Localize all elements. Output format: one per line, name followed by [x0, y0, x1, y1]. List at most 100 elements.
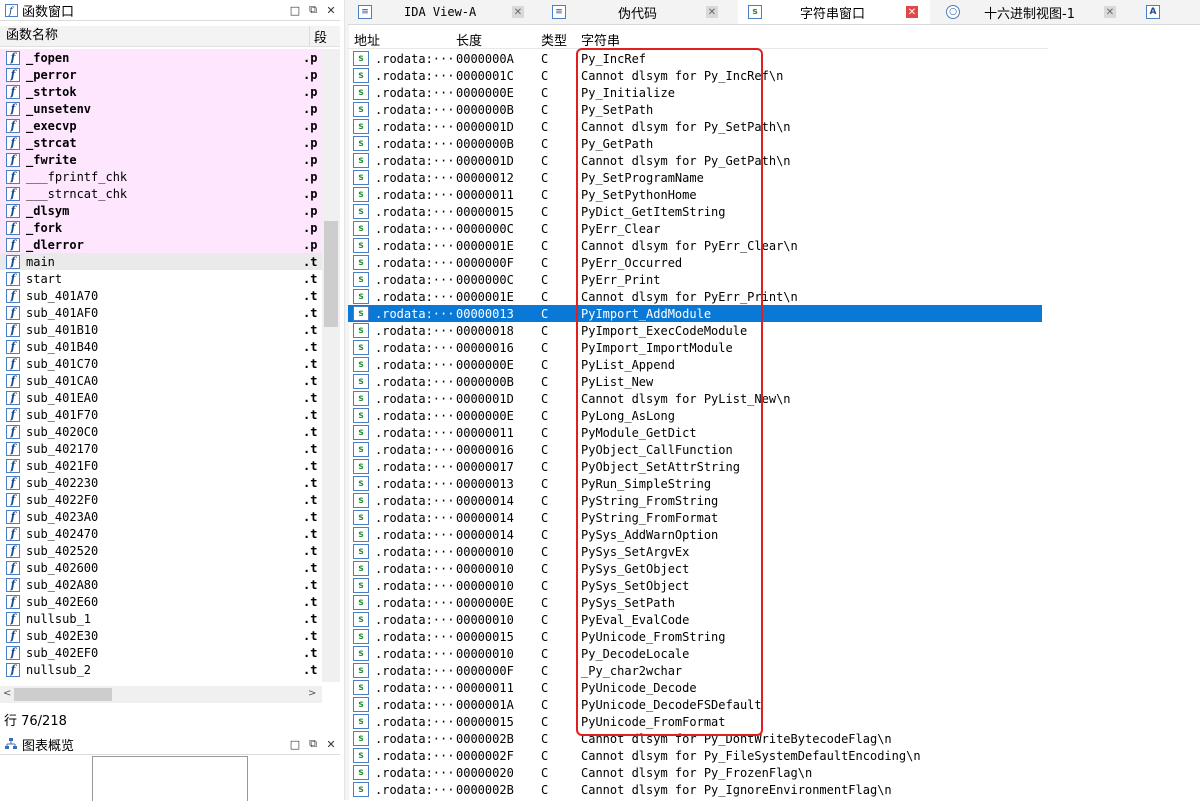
- function-row[interactable]: f _fopen .p: [0, 49, 322, 66]
- scrollbar-thumb[interactable]: [14, 688, 112, 701]
- function-row[interactable]: f _perror .p: [0, 66, 322, 83]
- string-row[interactable]: s .rodata:··· 00000010 C PySys_SetArgvEx: [348, 543, 1200, 560]
- function-row[interactable]: f sub_402A80 .t: [0, 576, 322, 593]
- function-row[interactable]: f _execvp .p: [0, 117, 322, 134]
- string-row[interactable]: s .rodata:··· 0000001A C PyUnicode_DecodeFSD…: [348, 696, 1200, 713]
- column-header-function-name[interactable]: 函数名称: [0, 26, 310, 46]
- tab-hex-view-1[interactable]: ○ 十六进制视图-1 ✕: [936, 0, 1126, 24]
- tab-structures[interactable]: A: [1136, 0, 1196, 24]
- function-row[interactable]: f nullsub_2 .t: [0, 661, 322, 678]
- functions-vertical-scrollbar[interactable]: [322, 49, 340, 682]
- function-row[interactable]: f sub_402470 .t: [0, 525, 322, 542]
- string-row[interactable]: s .rodata:··· 0000001D C Cannot dlsym for Py…: [348, 118, 1200, 135]
- column-header-length[interactable]: 长度: [456, 30, 482, 49]
- function-row[interactable]: f sub_401CA0 .t: [0, 372, 322, 389]
- string-row[interactable]: s .rodata:··· 0000001D C Cannot dlsym for Py…: [348, 390, 1200, 407]
- close-icon[interactable]: ✕: [322, 2, 340, 18]
- string-row[interactable]: s .rodata:··· 0000000E C PySys_SetPath: [348, 594, 1200, 611]
- string-row[interactable]: s .rodata:··· 0000001C C Cannot dlsym for Py…: [348, 67, 1200, 84]
- string-row[interactable]: s .rodata:··· 00000018 C PyImport_ExecCodeMo…: [348, 322, 1200, 339]
- function-row[interactable]: f sub_401A70 .t: [0, 287, 322, 304]
- function-row[interactable]: f sub_401B40 .t: [0, 338, 322, 355]
- string-row[interactable]: s .rodata:··· 0000000F C _Py_char2wchar: [348, 662, 1200, 679]
- tab-close-icon[interactable]: ✕: [512, 6, 524, 18]
- string-row[interactable]: s .rodata:··· 00000010 C Py_DecodeLocale: [348, 645, 1200, 662]
- function-row[interactable]: f _strcat .p: [0, 134, 322, 151]
- string-row[interactable]: s .rodata:··· 00000016 C PyImport_ImportModu…: [348, 339, 1200, 356]
- function-row[interactable]: f sub_402E30 .t: [0, 627, 322, 644]
- function-row[interactable]: f sub_402170 .t: [0, 440, 322, 457]
- function-row[interactable]: f sub_402230 .t: [0, 474, 322, 491]
- float-icon[interactable]: ⧉: [304, 736, 322, 752]
- string-row[interactable]: s .rodata:··· 00000014 C PySys_AddWarnOption: [348, 526, 1200, 543]
- tab-ida-view-a[interactable]: ≡ IDA View-A ✕: [348, 0, 538, 24]
- function-row[interactable]: f sub_401B10 .t: [0, 321, 322, 338]
- column-header-address[interactable]: 地址: [354, 30, 380, 49]
- maximize-icon[interactable]: □: [286, 736, 304, 752]
- function-row[interactable]: f _dlerror .p: [0, 236, 322, 253]
- string-row[interactable]: s .rodata:··· 0000002B C Cannot dlsym for Py…: [348, 730, 1200, 747]
- tab-close-icon[interactable]: ✕: [906, 6, 918, 18]
- function-row[interactable]: f start .t: [0, 270, 322, 287]
- tab-close-icon[interactable]: ✕: [706, 6, 718, 18]
- string-row[interactable]: s .rodata:··· 0000000A C Py_IncRef: [348, 50, 1200, 67]
- function-row[interactable]: f ___strncat_chk .p: [0, 185, 322, 202]
- string-row[interactable]: s .rodata:··· 00000014 C PyString_FromString: [348, 492, 1200, 509]
- string-row[interactable]: s .rodata:··· 00000011 C PyUnicode_Decode: [348, 679, 1200, 696]
- function-row[interactable]: f sub_402E60 .t: [0, 593, 322, 610]
- string-row[interactable]: s .rodata:··· 00000010 C PyEval_EvalCode: [348, 611, 1200, 628]
- function-row[interactable]: f sub_4022F0 .t: [0, 491, 322, 508]
- column-header-string[interactable]: 字符串: [581, 30, 620, 49]
- tab-strings-window[interactable]: s 字符串窗口 ✕: [738, 0, 930, 24]
- function-row[interactable]: f sub_4021F0 .t: [0, 457, 322, 474]
- string-row[interactable]: s .rodata:··· 00000015 C PyUnicode_FromForma…: [348, 713, 1200, 730]
- string-row[interactable]: s .rodata:··· 00000016 C PyObject_CallFuncti…: [348, 441, 1200, 458]
- string-row[interactable]: s .rodata:··· 0000000C C PyErr_Clear: [348, 220, 1200, 237]
- string-row[interactable]: s .rodata:··· 00000020 C Cannot dlsym for Py…: [348, 764, 1200, 781]
- function-row[interactable]: f _fork .p: [0, 219, 322, 236]
- graph-overview-canvas[interactable]: [92, 756, 248, 801]
- function-row[interactable]: f sub_4020C0 .t: [0, 423, 322, 440]
- column-header-type[interactable]: 类型: [541, 30, 567, 49]
- function-row[interactable]: f sub_4023A0 .t: [0, 508, 322, 525]
- string-row[interactable]: s .rodata:··· 0000000F C PyErr_Occurred: [348, 254, 1200, 271]
- string-row[interactable]: s .rodata:··· 00000013 C PyRun_SimpleString: [348, 475, 1200, 492]
- function-row[interactable]: f sub_402EF0 .t: [0, 644, 322, 661]
- scroll-right-icon[interactable]: >: [308, 688, 316, 699]
- string-row[interactable]: s .rodata:··· 0000000B C Py_GetPath: [348, 135, 1200, 152]
- function-row[interactable]: f nullsub_1 .t: [0, 610, 322, 627]
- string-row[interactable]: s .rodata:··· 0000001E C Cannot dlsym for Py…: [348, 288, 1200, 305]
- function-row[interactable]: f sub_401EA0 .t: [0, 389, 322, 406]
- string-row[interactable]: s .rodata:··· 0000000E C PyLong_AsLong: [348, 407, 1200, 424]
- float-icon[interactable]: ⧉: [304, 2, 322, 18]
- column-header-segment[interactable]: 段: [310, 27, 327, 46]
- function-row[interactable]: f sub_402520 .t: [0, 542, 322, 559]
- string-row[interactable]: s .rodata:··· 00000015 C PyDict_GetItemStrin…: [348, 203, 1200, 220]
- function-row[interactable]: f _fwrite .p: [0, 151, 322, 168]
- string-row[interactable]: s .rodata:··· 0000001E C Cannot dlsym for Py…: [348, 237, 1200, 254]
- string-row[interactable]: s .rodata:··· 0000000B C PyList_New: [348, 373, 1200, 390]
- function-row[interactable]: f ___fprintf_chk .p: [0, 168, 322, 185]
- close-icon[interactable]: ✕: [322, 736, 340, 752]
- string-row[interactable]: s .rodata:··· 00000011 C PyModule_GetDict: [348, 424, 1200, 441]
- functions-horizontal-scrollbar[interactable]: < >: [0, 686, 322, 703]
- maximize-icon[interactable]: □: [286, 2, 304, 18]
- tab-pseudocode[interactable]: ≡ 伪代码 ✕: [542, 0, 732, 24]
- function-row[interactable]: f sub_401AF0 .t: [0, 304, 322, 321]
- function-row[interactable]: f sub_401C70 .t: [0, 355, 322, 372]
- string-row[interactable]: s .rodata:··· 0000002F C Cannot dlsym for Py…: [348, 747, 1200, 764]
- function-row[interactable]: f _strtok .p: [0, 83, 322, 100]
- string-row[interactable]: s .rodata:··· 0000000E C Py_Initialize: [348, 84, 1200, 101]
- string-row[interactable]: s .rodata:··· 00000015 C PyUnicode_FromStrin…: [348, 628, 1200, 645]
- function-row[interactable]: f _unsetenv .p: [0, 100, 322, 117]
- string-row[interactable]: s .rodata:··· 00000017 C PyObject_SetAttrStr…: [348, 458, 1200, 475]
- string-row[interactable]: s .rodata:··· 00000010 C PySys_GetObject: [348, 560, 1200, 577]
- string-row[interactable]: s .rodata:··· 00000011 C Py_SetPythonHome: [348, 186, 1200, 203]
- string-row[interactable]: s .rodata:··· 0000000B C Py_SetPath: [348, 101, 1200, 118]
- tab-close-icon[interactable]: ✕: [1104, 6, 1116, 18]
- string-row[interactable]: s .rodata:··· 0000000E C PyList_Append: [348, 356, 1200, 373]
- function-row[interactable]: f _dlsym .p: [0, 202, 322, 219]
- string-row[interactable]: s .rodata:··· 0000000C C PyErr_Print: [348, 271, 1200, 288]
- string-row[interactable]: s .rodata:··· 00000014 C PyString_FromFormat: [348, 509, 1200, 526]
- function-row[interactable]: f main .t: [0, 253, 322, 270]
